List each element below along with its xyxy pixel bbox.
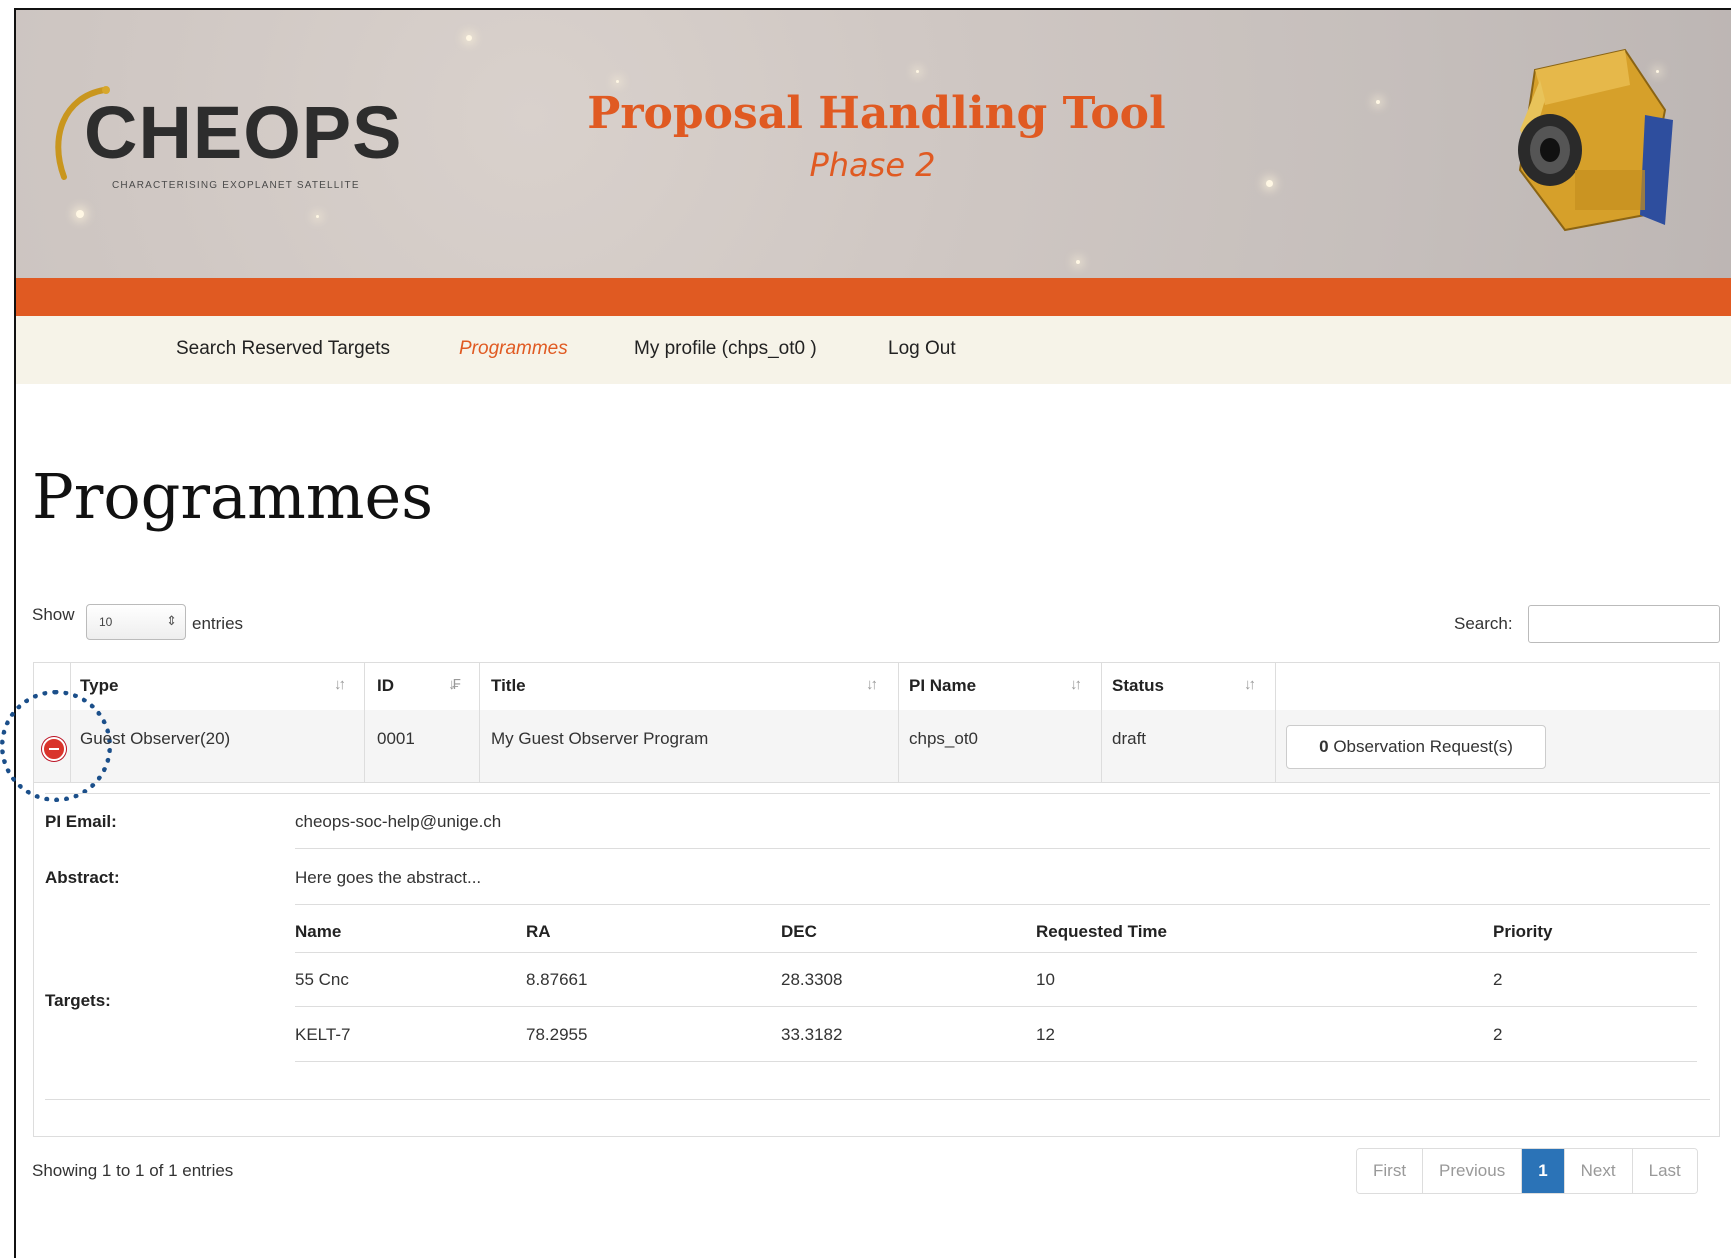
sort-icon[interactable]: ↓↑ xyxy=(1070,676,1082,693)
col-header-id[interactable]: ID xyxy=(377,662,394,710)
target-priority: 2 xyxy=(1493,970,1503,989)
pi-email-label: PI Email: xyxy=(45,812,117,831)
targets-row-divider xyxy=(295,1061,1697,1062)
cell-type: Guest Observer(20) xyxy=(80,729,231,748)
pagination: First Previous 1 Next Last xyxy=(1356,1148,1698,1194)
col-header-pi-name[interactable]: PI Name xyxy=(909,662,976,710)
entries-select-value: 10 xyxy=(99,615,113,629)
targets-header-divider xyxy=(295,952,1697,953)
target-name: 55 Cnc xyxy=(295,970,349,989)
targets-row-divider xyxy=(295,1006,1697,1007)
observation-label: Observation Request(s) xyxy=(1333,737,1513,756)
page-1-button[interactable]: 1 xyxy=(1522,1149,1565,1193)
page-title: Programmes xyxy=(32,460,434,533)
target-time: 10 xyxy=(1036,970,1055,989)
cell-id: 0001 xyxy=(377,729,415,748)
select-caret-icon: ⇕ xyxy=(166,613,177,628)
abstract-value: Here goes the abstract... xyxy=(295,868,482,887)
detail-divider xyxy=(45,793,1710,794)
app-subtitle: Phase 2 xyxy=(809,146,936,184)
observation-requests-button[interactable]: 0 Observation Request(s) xyxy=(1286,725,1546,769)
entries-select[interactable]: 10 ⇕ xyxy=(86,604,186,640)
targets-label: Targets: xyxy=(45,991,111,1010)
target-dec: 33.3182 xyxy=(781,1025,843,1044)
col-separator xyxy=(1101,662,1102,782)
cell-title: My Guest Observer Program xyxy=(491,729,709,748)
nav-search-reserved-targets[interactable]: Search Reserved Targets xyxy=(176,338,390,360)
search-label: Search: xyxy=(1454,614,1513,633)
sort-icon[interactable]: ↓↑ xyxy=(334,676,346,693)
target-col-name: Name xyxy=(295,922,342,941)
col-header-title[interactable]: Title xyxy=(491,662,526,710)
main-navbar: Search Reserved Targets Programmes My pr… xyxy=(16,316,1731,384)
target-priority: 2 xyxy=(1493,1025,1503,1044)
target-col-ra: RA xyxy=(526,922,551,941)
observation-count: 0 xyxy=(1319,737,1329,756)
detail-bottom-divider xyxy=(45,1099,1710,1100)
row-divider xyxy=(34,782,1719,783)
page-first-button[interactable]: First xyxy=(1357,1149,1424,1193)
detail-divider xyxy=(295,848,1710,849)
cell-pi-name: chps_ot0 xyxy=(909,729,978,748)
app-title: Proposal Handling Tool xyxy=(587,88,1166,139)
col-separator xyxy=(364,662,365,782)
target-col-priority: Priority xyxy=(1493,922,1553,941)
target-col-requested-time: Requested Time xyxy=(1036,922,1168,941)
abstract-label: Abstract: xyxy=(45,868,120,887)
col-header-status[interactable]: Status xyxy=(1112,662,1164,710)
sort-icon[interactable]: ↓↑ xyxy=(866,676,878,693)
search-input[interactable] xyxy=(1528,605,1720,643)
sort-icon[interactable]: ↓↑ xyxy=(1244,676,1256,693)
detail-divider xyxy=(295,904,1710,905)
page-last-button[interactable]: Last xyxy=(1632,1149,1697,1193)
target-ra: 8.87661 xyxy=(526,970,588,989)
entries-label: entries xyxy=(192,614,244,633)
nav-log-out[interactable]: Log Out xyxy=(888,338,956,360)
page-next-button[interactable]: Next xyxy=(1564,1149,1633,1193)
target-time: 12 xyxy=(1036,1025,1055,1044)
col-separator xyxy=(1275,662,1276,782)
nav-my-profile[interactable]: My profile (chps_ot0 ) xyxy=(634,338,817,360)
pi-email-value: cheops-soc-help@unige.ch xyxy=(295,812,502,831)
target-col-dec: DEC xyxy=(781,922,817,941)
target-name: KELT-7 xyxy=(295,1025,351,1044)
cell-status: draft xyxy=(1112,729,1147,748)
sort-asc-icon[interactable]: ↓₣ xyxy=(448,676,461,693)
target-ra: 78.2955 xyxy=(526,1025,588,1044)
table-info: Showing 1 to 1 of 1 entries xyxy=(32,1161,234,1180)
col-separator xyxy=(898,662,899,782)
page-previous-button[interactable]: Previous xyxy=(1423,1149,1523,1193)
target-dec: 28.3308 xyxy=(781,970,843,989)
show-label: Show xyxy=(32,605,75,624)
accent-bar xyxy=(16,278,1731,316)
col-separator xyxy=(479,662,480,782)
nav-programmes[interactable]: Programmes xyxy=(459,338,568,360)
satellite-icon xyxy=(1518,48,1673,232)
